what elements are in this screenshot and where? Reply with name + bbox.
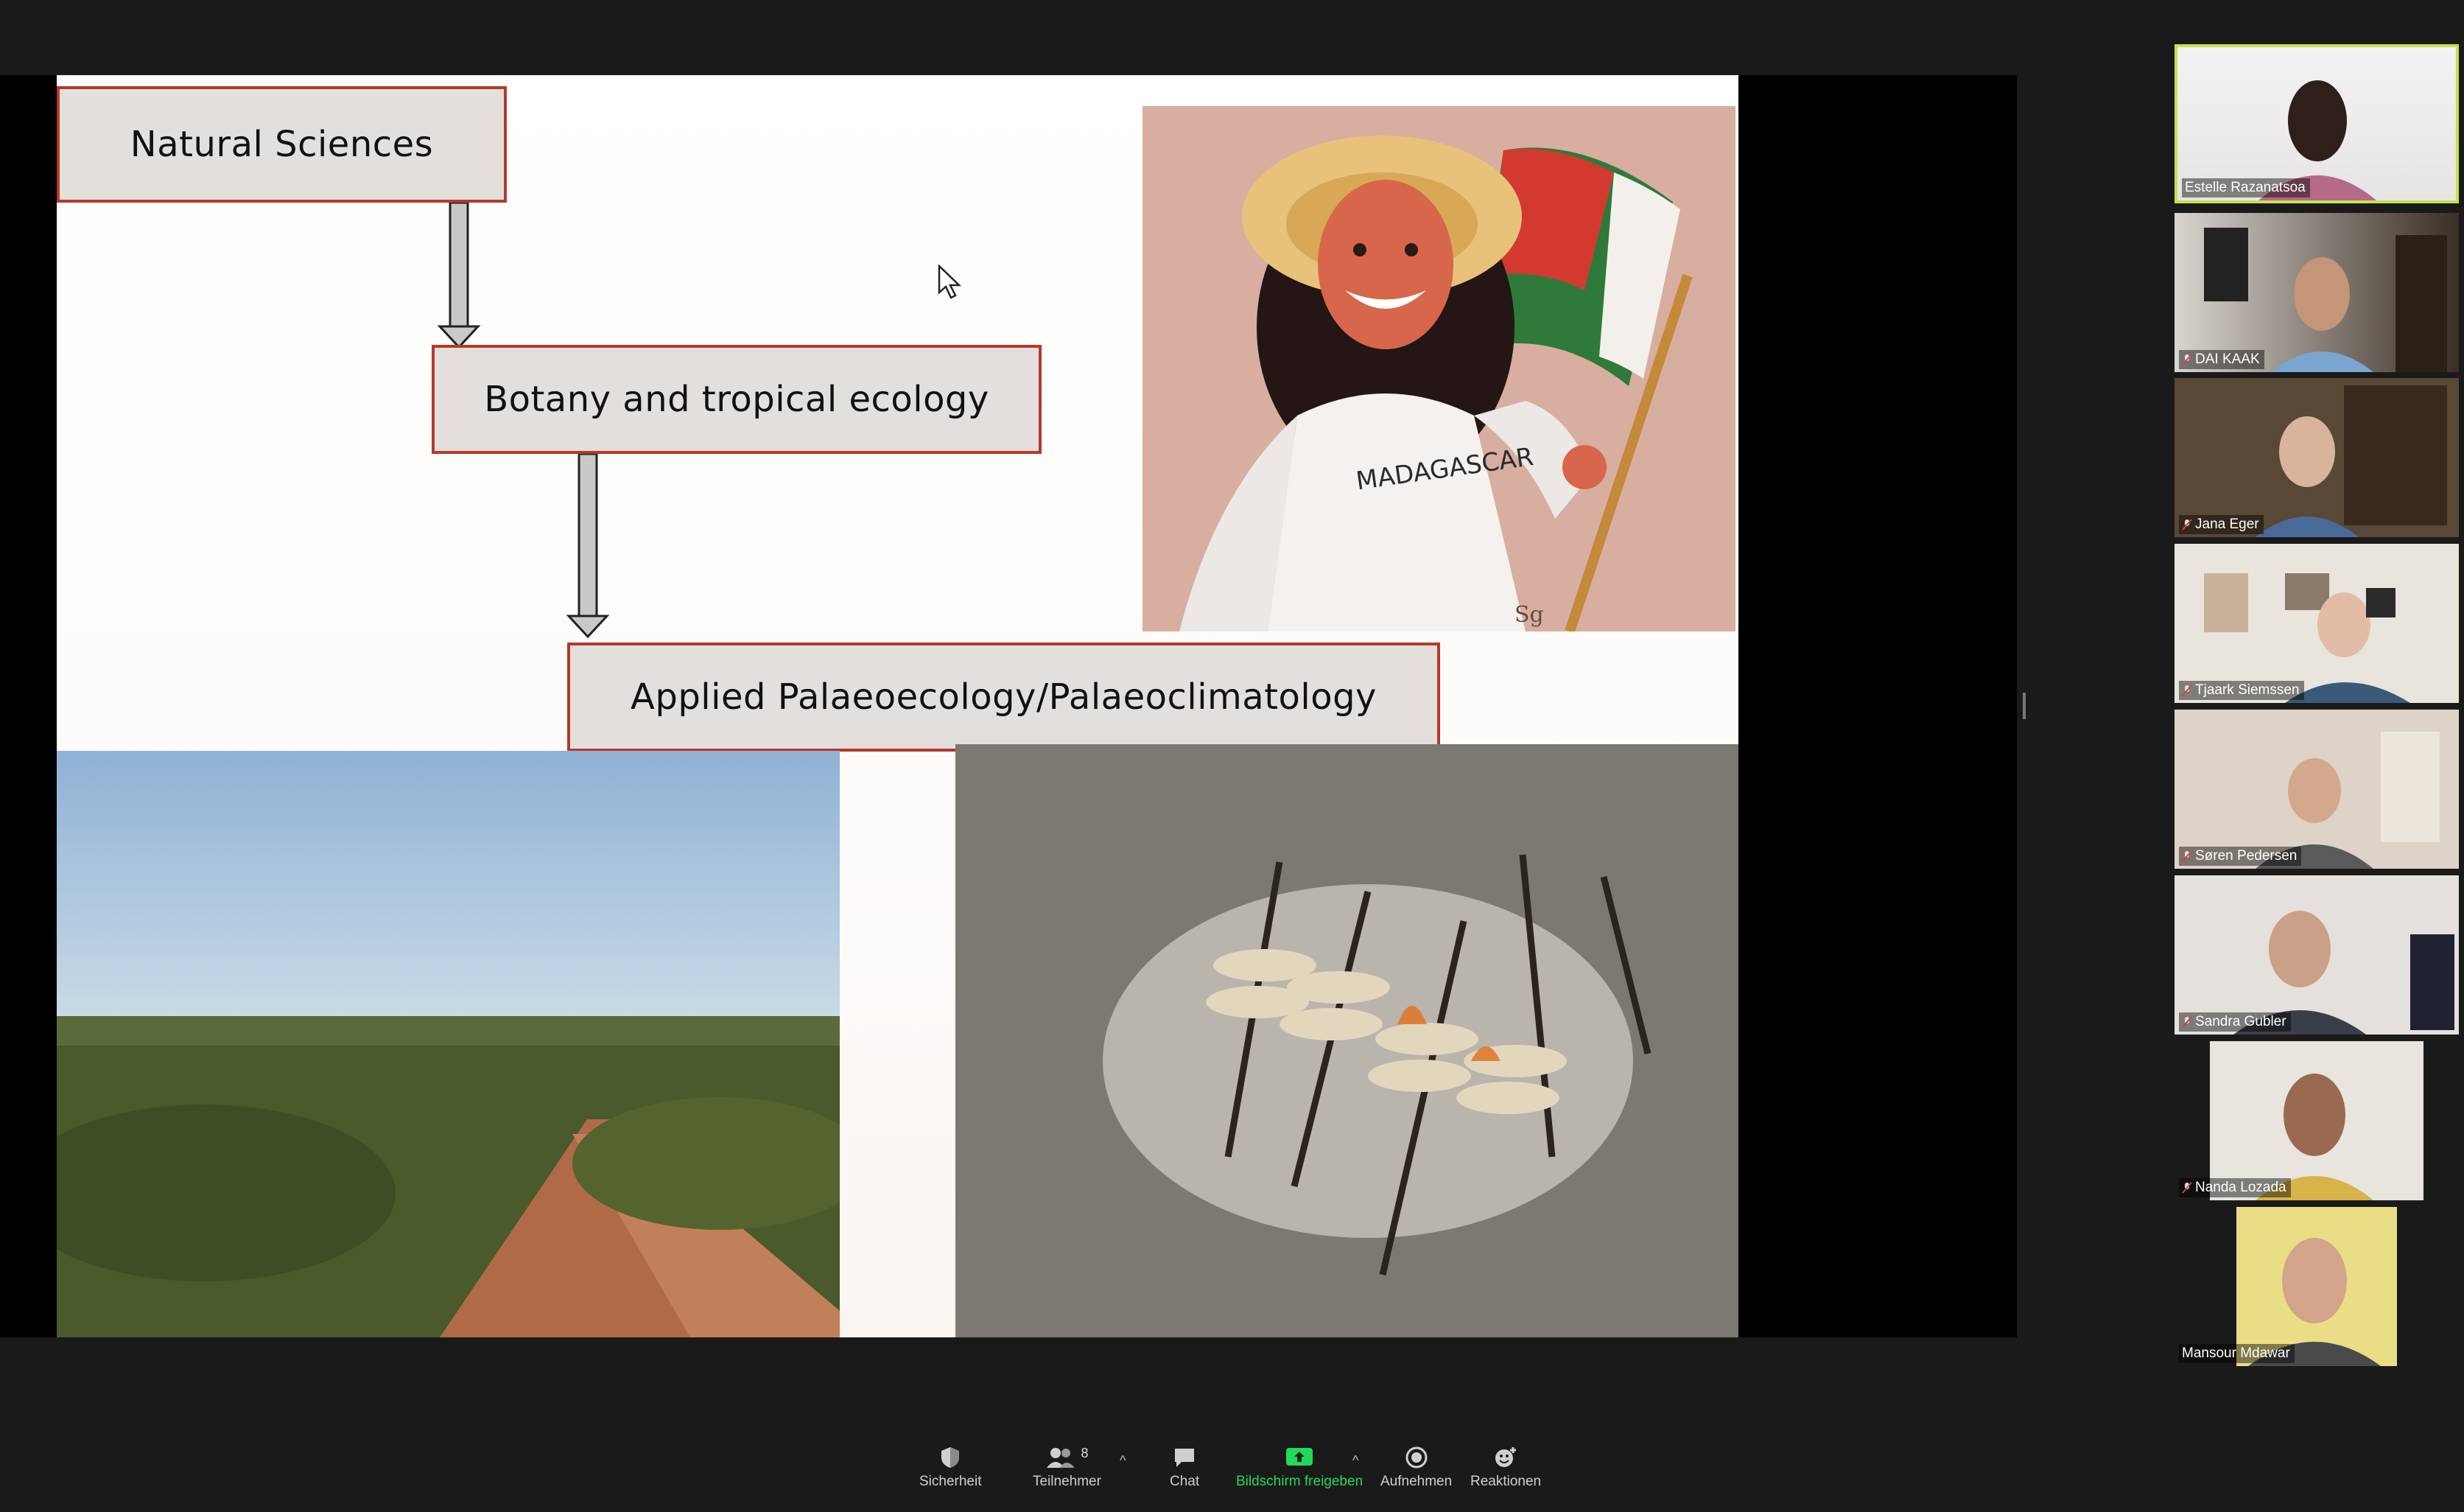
participant-name: DAI KAAK: [2179, 350, 2264, 369]
record-button[interactable]: Aufnehmen: [1380, 1446, 1452, 1490]
participants-button[interactable]: 8 Teilnehmer: [1033, 1446, 1101, 1490]
palaeo-label: Applied Palaeoecology/Palaeoclimatology: [631, 676, 1377, 718]
natural-sciences-label: Natural Sciences: [130, 124, 434, 165]
artist-signature: Sg: [1514, 602, 1544, 628]
mouse-cursor-icon: [938, 265, 962, 299]
participants-count: 8: [1081, 1446, 1089, 1460]
mic-muted-icon: [2182, 685, 2192, 696]
participant-name: Søren Pedersen: [2179, 847, 2302, 866]
natural-sciences-box: Natural Sciences: [57, 86, 507, 203]
record-icon: [1405, 1446, 1428, 1469]
participant-name: Jana Eger: [2179, 515, 2264, 534]
share-screen-button[interactable]: Bildschirm freigeben: [1236, 1446, 1363, 1490]
meeting-toolbar: [0, 1422, 2464, 1503]
participant-tile[interactable]: Tjaark Siemssen: [2175, 544, 2459, 703]
participant-tile[interactable]: Søren Pedersen: [2175, 710, 2459, 869]
chat-label: Chat: [1170, 1474, 1200, 1489]
participant-name: Sandra Gubler: [2179, 1012, 2291, 1032]
participant-tile[interactable]: Nanda Lozada: [2175, 1041, 2459, 1200]
mic-muted-icon: [2182, 1016, 2192, 1028]
chat-icon: [1175, 1449, 1195, 1467]
participant-tile[interactable]: Sandra Gubler: [2175, 875, 2459, 1035]
participants-label: Teilnehmer: [1033, 1474, 1101, 1489]
participant-name: Tjaark Siemssen: [2179, 681, 2304, 700]
down-arrow-1: [437, 203, 481, 349]
share-chevron-icon[interactable]: ^: [1352, 1453, 1358, 1469]
reactions-label: Reaktionen: [1470, 1474, 1542, 1489]
participant-tile[interactable]: Estelle Razanatsoa: [2175, 44, 2459, 203]
participant-name: Estelle Razanatsoa: [2182, 178, 2310, 197]
participant-name: Nanda Lozada: [2179, 1178, 2291, 1197]
mic-muted-icon: [2182, 850, 2192, 862]
botany-box: Botany and tropical ecology: [432, 345, 1042, 454]
mic-muted-icon: [2182, 519, 2192, 531]
security-label: Sicherheit: [919, 1474, 982, 1489]
share-screen-icon: [1286, 1448, 1313, 1466]
chat-button[interactable]: Chat: [1170, 1446, 1199, 1490]
participants-chevron-icon[interactable]: ^: [1120, 1453, 1126, 1469]
palaeo-box: Applied Palaeoecology/Palaeoclimatology: [567, 643, 1440, 752]
participant-name: Mansour Mdawar: [2179, 1344, 2295, 1363]
record-label: Aufnehmen: [1380, 1474, 1453, 1489]
madagascar-illustration: MADAGASCAR Sg: [1143, 106, 1735, 631]
mic-muted-icon: [2182, 1182, 2192, 1194]
security-button[interactable]: Sicherheit: [919, 1446, 982, 1490]
reaction-icon: [1495, 1447, 1517, 1467]
down-arrow-2: [566, 454, 610, 638]
participant-tile[interactable]: Mansour Mdawar: [2175, 1207, 2459, 1366]
botany-label: Botany and tropical ecology: [484, 379, 989, 420]
panel-resize-handle[interactable]: [2023, 693, 2026, 719]
mic-muted-icon: [2182, 354, 2192, 365]
share-screen-label: Bildschirm freigeben: [1236, 1474, 1363, 1489]
reactions-button[interactable]: Reaktionen: [1470, 1446, 1541, 1490]
participant-tile[interactable]: Jana Eger: [2175, 378, 2459, 537]
landscape-photo: [57, 751, 840, 1337]
people-icon: [1047, 1448, 1075, 1468]
participant-tile[interactable]: DAI KAAK: [2175, 213, 2459, 372]
fish-grilling-photo: [955, 744, 1738, 1337]
shield-icon: [941, 1447, 960, 1468]
presentation-slide: Natural Sciences Botany and tropical eco…: [57, 75, 1738, 1337]
